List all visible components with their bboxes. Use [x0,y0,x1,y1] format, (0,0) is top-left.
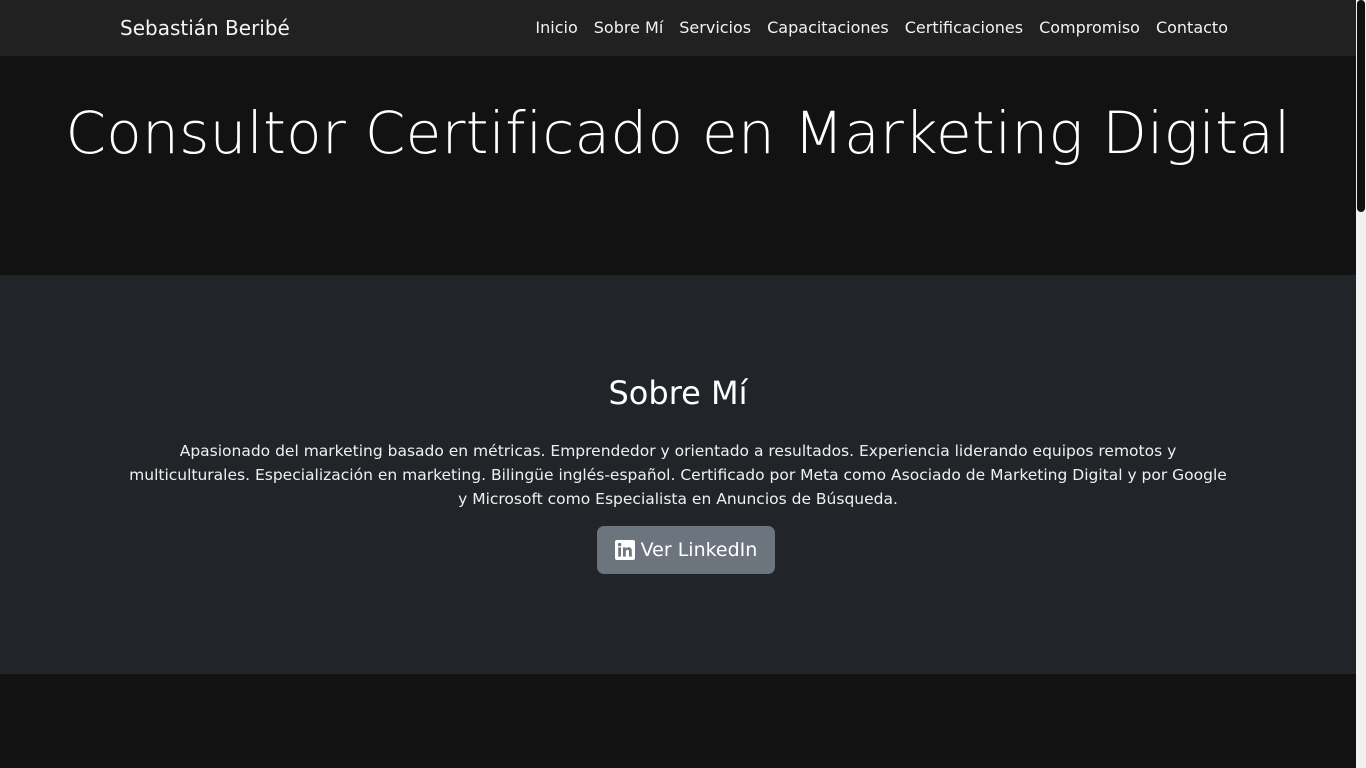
linkedin-button-label: Ver LinkedIn [640,539,758,561]
nav-link-servicios[interactable]: Servicios [679,17,751,39]
scrollbar-thumb[interactable] [1357,0,1365,212]
hero-title: Consultor Certificado en Marketing Digit… [65,99,1291,167]
nav-link-contacto[interactable]: Contacto [1156,17,1228,39]
about-title: Sobre Mí [608,374,748,412]
nav-link-compromiso[interactable]: Compromiso [1039,17,1140,39]
nav-link-certificaciones[interactable]: Certificaciones [905,17,1023,39]
nav-link-inicio[interactable]: Inicio [535,17,577,39]
navbar: Sebastián Beribé Inicio Sobre Mí Servici… [0,0,1356,56]
brand-link[interactable]: Sebastián Beribé [120,15,290,41]
about-description: Apasionado del marketing basado en métri… [129,442,1227,508]
linkedin-icon [614,540,635,560]
nav-links: Inicio Sobre Mí Servicios Capacitaciones… [535,17,1228,39]
page: Sebastián Beribé Inicio Sobre Mí Servici… [0,0,1356,768]
linkedin-button[interactable]: Ver LinkedIn [597,526,775,574]
nav-link-capacitaciones[interactable]: Capacitaciones [767,17,889,39]
hero-section: Consultor Certificado en Marketing Digit… [0,56,1356,275]
next-section [0,674,1356,768]
nav-link-sobre-mi[interactable]: Sobre Mí [594,17,664,39]
page-scrollbar[interactable] [1356,0,1366,768]
about-section: Sobre Mí Apasionado del marketing basado… [0,275,1356,674]
